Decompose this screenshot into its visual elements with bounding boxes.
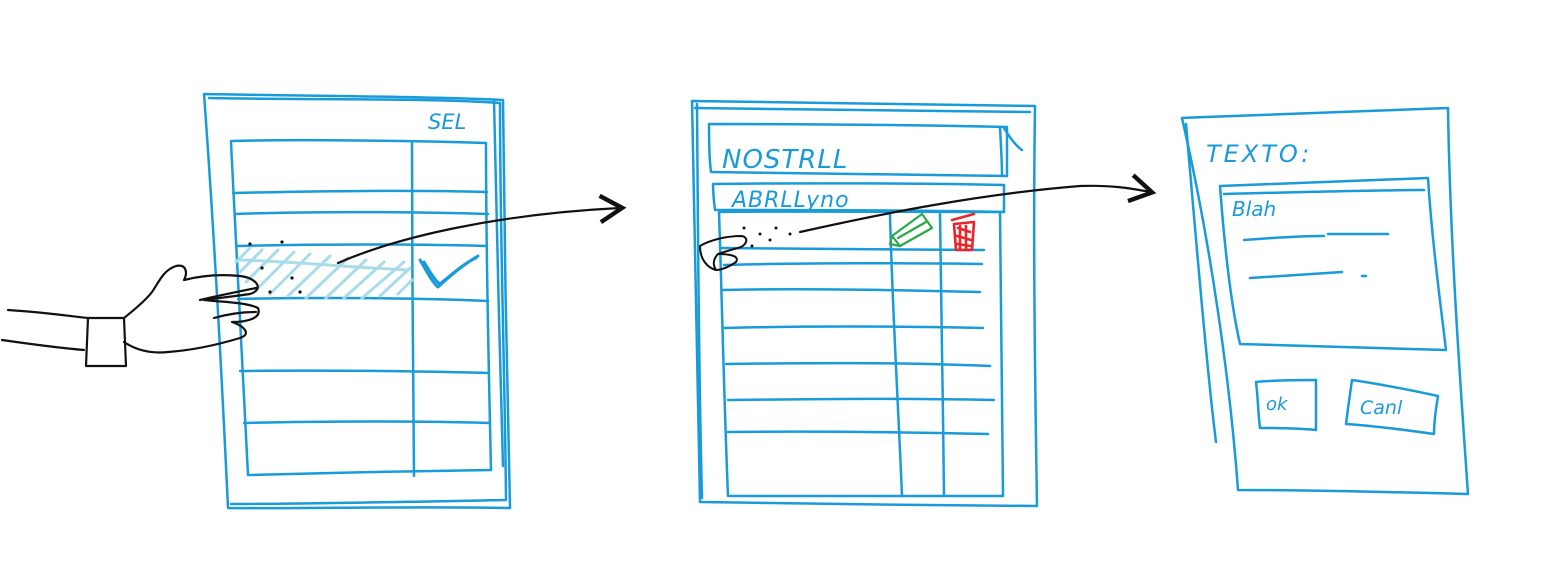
selected-row-highlight[interactable] <box>234 246 414 300</box>
ok-button[interactable]: ok <box>1266 394 1289 415</box>
hand-motion-dots-small <box>742 226 792 248</box>
name-field-label[interactable]: NOSTRLL <box>722 145 848 175</box>
surname-field-label[interactable]: ABRLLyno <box>730 188 850 213</box>
checkmark-icon[interactable] <box>418 254 480 289</box>
hand-motion-dots <box>248 240 302 294</box>
sketch-canvas: SEL NOSTRLL ABRLLyno TEXTO: Blah ok Canl <box>0 0 1548 563</box>
pencil-icon[interactable] <box>888 212 934 248</box>
wireframe-sketch: SEL NOSTRLL ABRLLyno TEXTO: Blah ok Canl <box>0 92 1470 510</box>
screen1-header-label: SEL <box>428 110 466 134</box>
dialog-label: TEXTO: <box>1206 140 1312 168</box>
cancel-button[interactable]: Canl <box>1360 397 1403 419</box>
screen-list <box>202 92 512 510</box>
trash-icon[interactable] <box>950 212 976 252</box>
dialog-text-line[interactable]: Blah <box>1232 197 1276 221</box>
arrow-right-icon <box>336 193 627 265</box>
